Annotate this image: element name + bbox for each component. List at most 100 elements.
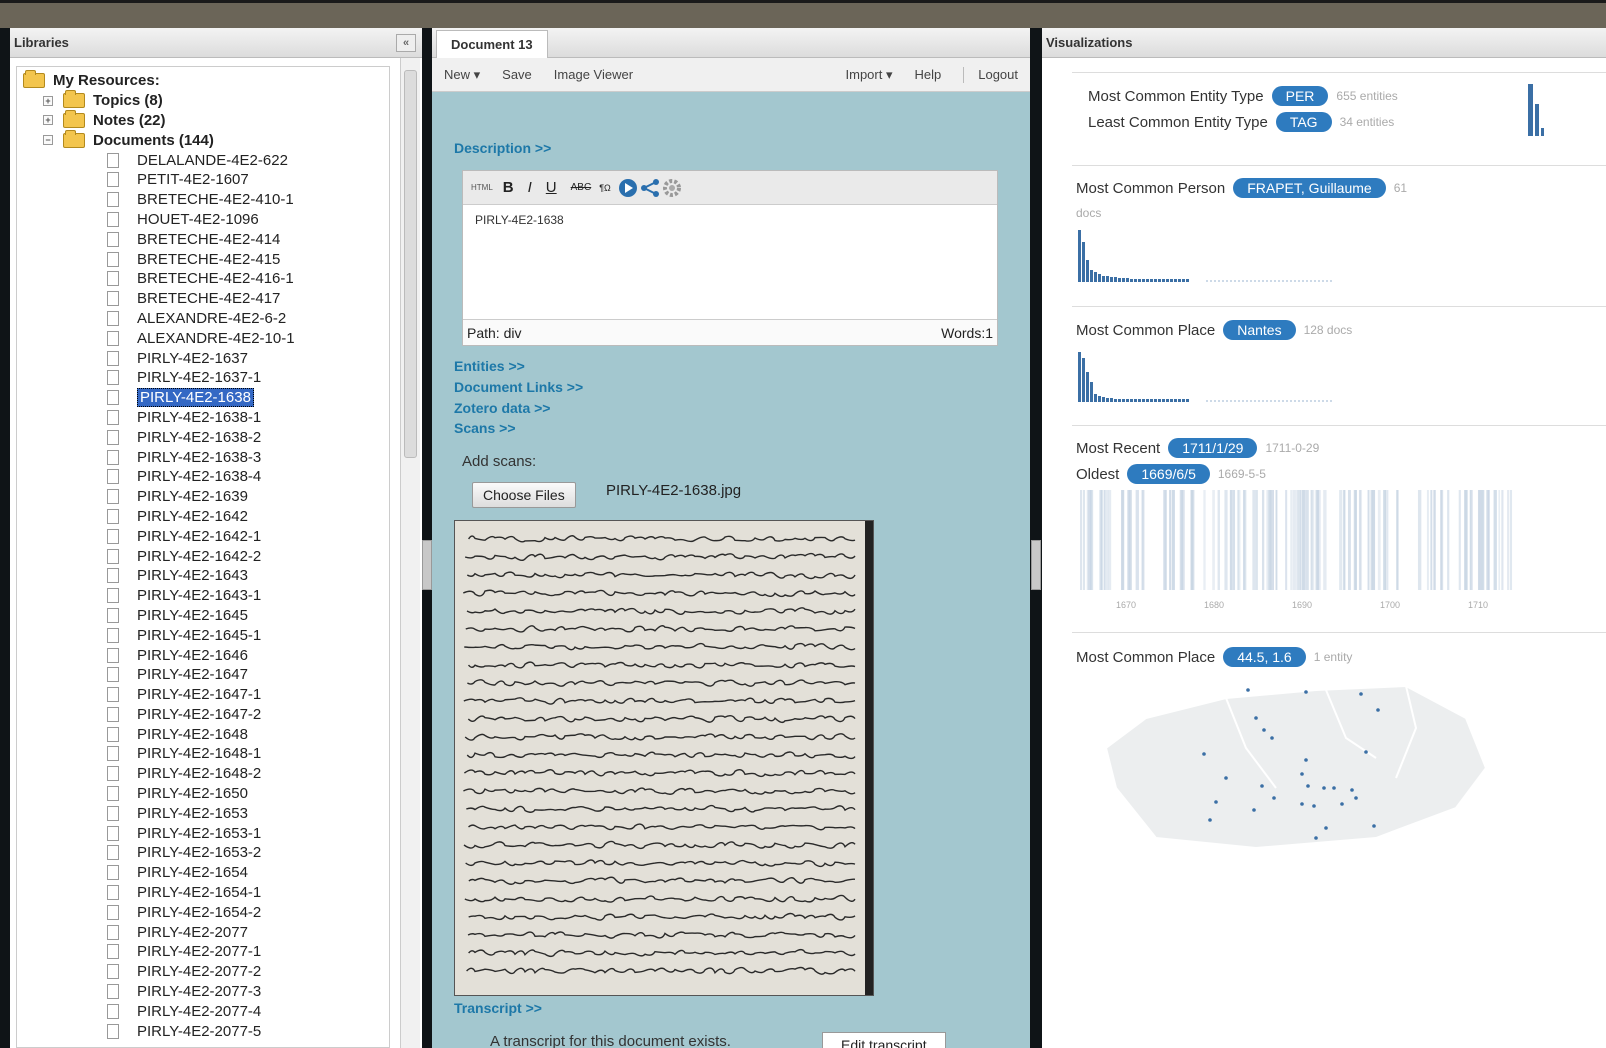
gear-icon[interactable] [661,178,683,198]
tree-document-item[interactable]: PIRLY-4E2-1643 [23,566,295,586]
place-badge[interactable]: Nantes [1223,320,1295,340]
bold-button[interactable]: B [503,179,514,196]
tree-document-item[interactable]: BRETECHE-4E2-410-1 [23,190,295,210]
map-marker[interactable] [1300,802,1304,806]
tree-document-item[interactable]: PIRLY-4E2-1647 [23,665,295,685]
html-button[interactable]: HTML [471,183,493,192]
collapse-icon[interactable]: − [43,135,53,145]
tree-document-item[interactable]: BRETECHE-4E2-415 [23,249,295,269]
tree-root[interactable]: My Resources: [23,71,295,91]
document-links-toggle[interactable]: Document Links >> [454,379,583,395]
description-toggle[interactable]: Description >> [454,140,551,156]
share-icon[interactable] [639,178,661,198]
tree-document-item[interactable]: PIRLY-4E2-1654 [23,863,295,883]
tree-document-item[interactable]: HOUET-4E2-1096 [23,210,295,230]
map-marker[interactable] [1306,784,1310,788]
map-marker[interactable] [1359,692,1363,696]
play-icon[interactable] [617,178,639,198]
person-badge[interactable]: FRAPET, Guillaume [1233,178,1385,198]
tab-document[interactable]: Document 13 [436,30,548,58]
map-marker[interactable] [1270,736,1274,740]
tree-document-item[interactable]: PIRLY-4E2-1648 [23,724,295,744]
map-marker[interactable] [1332,786,1336,790]
map-marker[interactable] [1202,752,1206,756]
tree-document-item[interactable]: PIRLY-4E2-1642-2 [23,546,295,566]
tree-document-item[interactable]: PIRLY-4E2-1638-4 [23,467,295,487]
most-recent-badge[interactable]: 1711/1/29 [1168,438,1257,458]
tree-documents[interactable]: − Documents (144) [23,130,295,150]
tree-document-item[interactable]: BRETECHE-4E2-414 [23,229,295,249]
map-marker[interactable] [1272,796,1276,800]
tree-document-item[interactable]: PIRLY-4E2-1648-1 [23,744,295,764]
map-marker[interactable] [1246,688,1250,692]
tree-document-item[interactable]: PIRLY-4E2-1642 [23,507,295,527]
expand-icon[interactable]: + [43,96,53,106]
map-marker[interactable] [1324,826,1328,830]
map-marker[interactable] [1304,758,1308,762]
italic-button[interactable]: I [528,179,532,196]
tree-document-item[interactable]: PIRLY-4E2-2077-5 [23,1021,295,1041]
tree-document-item[interactable]: PIRLY-4E2-1653 [23,803,295,823]
expand-icon[interactable]: + [43,115,53,125]
transcript-toggle[interactable]: Transcript >> [454,1000,542,1016]
map-marker[interactable] [1314,836,1318,840]
tree-document-item[interactable]: PIRLY-4E2-1637-1 [23,368,295,388]
tree-document-item[interactable]: PIRLY-4E2-1648-2 [23,764,295,784]
tree-document-item[interactable]: PIRLY-4E2-1645-1 [23,625,295,645]
collapse-panel-button[interactable]: « [396,34,416,52]
tree-document-item[interactable]: PIRLY-4E2-2077-3 [23,982,295,1002]
tree-document-item[interactable]: PIRLY-4E2-1646 [23,645,295,665]
map-marker[interactable] [1350,788,1354,792]
tree-document-item[interactable]: PIRLY-4E2-1653-1 [23,823,295,843]
left-splitter-handle[interactable] [422,540,432,590]
scan-image[interactable] [454,520,874,996]
tree-document-item[interactable]: PIRLY-4E2-1653-2 [23,843,295,863]
map-marker[interactable] [1260,784,1264,788]
tree-document-item[interactable]: PIRLY-4E2-2077 [23,922,295,942]
map-marker[interactable] [1304,690,1308,694]
edit-transcript-button[interactable]: Edit transcript [822,1032,946,1048]
map-marker[interactable] [1354,796,1358,800]
tree-document-item[interactable]: PIRLY-4E2-2077-4 [23,1001,295,1021]
france-map[interactable] [1076,678,1520,850]
import-menu[interactable]: Import ▾ [846,67,893,83]
tree-document-item[interactable]: PIRLY-4E2-2077-1 [23,942,295,962]
tree-document-item[interactable]: PIRLY-4E2-1643-1 [23,586,295,606]
tree-document-item[interactable]: PIRLY-4E2-1645 [23,606,295,626]
tree-document-item[interactable]: ALEXANDRE-4E2-10-1 [23,328,295,348]
tree-document-item[interactable]: PIRLY-4E2-1642-1 [23,526,295,546]
entity-type-badge[interactable]: PER [1272,86,1329,106]
choose-files-button[interactable]: Choose Files [472,482,576,508]
tree-document-item[interactable]: PIRLY-4E2-1647-2 [23,705,295,725]
map-marker[interactable] [1214,800,1218,804]
geo-coordinates-badge[interactable]: 44.5, 1.6 [1223,647,1306,667]
tree-document-item[interactable]: PIRLY-4E2-2077-2 [23,962,295,982]
map-marker[interactable] [1376,708,1380,712]
tree-document-item[interactable]: PIRLY-4E2-1638-1 [23,408,295,428]
tree-document-item[interactable]: BRETECHE-4E2-416-1 [23,269,295,289]
oldest-badge[interactable]: 1669/6/5 [1127,464,1210,484]
tree-document-item[interactable]: DELALANDE-4E2-622 [23,150,295,170]
map-marker[interactable] [1312,804,1316,808]
map-marker[interactable] [1300,772,1304,776]
right-splitter-handle[interactable] [1031,540,1041,590]
help-link[interactable]: Help [914,67,941,83]
underline-button[interactable]: U [546,179,557,196]
tree-document-item[interactable]: PIRLY-4E2-1638-3 [23,447,295,467]
map-marker[interactable] [1340,802,1344,806]
entity-type-badge[interactable]: TAG [1276,112,1332,132]
tree-document-item[interactable]: PIRLY-4E2-1650 [23,784,295,804]
tree-notes[interactable]: + Notes (22) [23,111,295,131]
tree-document-item[interactable]: PIRLY-4E2-1647-1 [23,685,295,705]
tree-document-item[interactable]: PIRLY-4E2-1654-2 [23,902,295,922]
zotero-data-toggle[interactable]: Zotero data >> [454,400,550,416]
tree-document-item[interactable]: PETIT-4E2-1607 [23,170,295,190]
special-chars-icon[interactable]: ¶Ω [599,183,611,193]
map-marker[interactable] [1364,750,1368,754]
map-marker[interactable] [1262,728,1266,732]
tree-topics[interactable]: + Topics (8) [23,91,295,111]
tree-document-item[interactable]: BRETECHE-4E2-417 [23,289,295,309]
entities-toggle[interactable]: Entities >> [454,358,525,374]
editor-content[interactable]: PIRLY-4E2-1638 [463,205,997,235]
tree-document-item[interactable]: PIRLY-4E2-1638-2 [23,427,295,447]
